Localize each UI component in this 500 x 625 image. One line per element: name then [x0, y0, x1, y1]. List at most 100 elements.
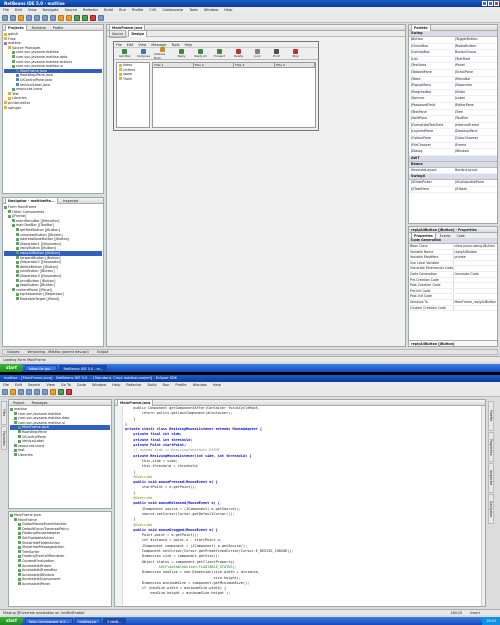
- palette-item[interactable]: JSplitPane: [409, 116, 453, 123]
- form-toolbar-button[interactable]: Junk: [249, 49, 266, 58]
- palette-item[interactable]: JToggleButton: [453, 37, 497, 44]
- maximize-button[interactable]: [488, 1, 493, 6]
- palette-item[interactable]: JMenuBar: [453, 77, 497, 84]
- form-toolbar-button[interactable]: Reply: [173, 49, 190, 58]
- property-value[interactable]: replyAllButton: [452, 249, 498, 255]
- table-column-header[interactable]: Title 2: [194, 63, 234, 67]
- property-value[interactable]: MainFrame_replyAllButton: [452, 299, 498, 305]
- property-value[interactable]: [452, 260, 498, 266]
- form-toolbar-button[interactable]: Reply All: [192, 49, 209, 58]
- minimize-button[interactable]: [482, 1, 487, 6]
- form-toolbar-button[interactable]: Address Book: [154, 47, 171, 60]
- table-column-header[interactable]: Title 3: [234, 63, 275, 67]
- run-icon[interactable]: [82, 14, 88, 21]
- start-button[interactable]: start: [0, 617, 23, 625]
- taskbar-button[interactable]: mattise.jar: [74, 618, 101, 624]
- palette-item[interactable]: JTextPane: [409, 110, 453, 117]
- undo-icon[interactable]: [50, 389, 56, 395]
- folder-item[interactable]: Trash: [117, 77, 149, 82]
- side-tab-favorites[interactable]: Favorites: [1, 426, 7, 450]
- taskbar-button[interactable]: Inbox for gui...: [24, 365, 58, 371]
- paste-icon[interactable]: [42, 389, 48, 395]
- close-button[interactable]: [494, 1, 499, 6]
- taskbar-button[interactable]: 3 NetB...: [102, 618, 126, 624]
- panel-tab[interactable]: Output: [95, 349, 111, 355]
- property-value[interactable]: class javax.swing.JButton: [452, 244, 498, 249]
- debug-icon[interactable]: [90, 14, 96, 21]
- editor-scrollbar[interactable]: [481, 406, 485, 606]
- code-area[interactable]: public Component getComponentAfter(Conta…: [123, 406, 481, 606]
- palette-item[interactable]: JDesktopPane: [453, 129, 497, 136]
- editor-tab[interactable]: MainFrame.java: [117, 400, 154, 406]
- palette-item[interactable]: JTable: [409, 77, 453, 84]
- build-icon[interactable]: [74, 14, 80, 21]
- property-value[interactable]: Generate Code: [452, 271, 498, 277]
- design-mode-button[interactable]: Design: [128, 30, 148, 37]
- palette-item[interactable]: BorderLayout: [453, 168, 497, 175]
- panel-tab[interactable]: Runtime: [30, 25, 48, 31]
- right-side-tab[interactable]: Properties: [488, 432, 494, 462]
- tree-item[interactable]: AccessibleJPanel: [10, 582, 110, 587]
- form-toolbar-button[interactable]: Compose: [135, 49, 152, 58]
- start-button[interactable]: start: [0, 364, 23, 372]
- form-menu-item[interactable]: Message: [151, 43, 166, 47]
- form-menu-item[interactable]: View: [138, 43, 146, 47]
- palette-item[interactable]: JPasswordField: [409, 103, 453, 110]
- palette-item[interactable]: JTabbedPane: [409, 70, 453, 77]
- paste-icon[interactable]: [50, 14, 56, 21]
- right-side-tab[interactable]: Inspector: [488, 463, 494, 493]
- palette-item[interactable]: JXCollapsiblePane: [453, 180, 497, 187]
- open-icon[interactable]: [18, 14, 24, 21]
- palette-item[interactable]: JProgressBar: [409, 90, 453, 97]
- taskbar-button[interactable]: NetBeans IDE 5.0 - m...: [59, 365, 108, 371]
- palette-item[interactable]: JTree: [453, 110, 497, 117]
- palette-item[interactable]: JLayeredPane: [409, 129, 453, 136]
- run-icon[interactable]: [58, 389, 64, 395]
- property-value[interactable]: [452, 277, 498, 283]
- tree-item[interactable]: Libraries: [10, 453, 110, 458]
- form-menu-item[interactable]: Tools: [171, 43, 179, 47]
- property-value[interactable]: [452, 294, 498, 299]
- source-mode-button[interactable]: Source: [109, 29, 127, 38]
- property-value[interactable]: [452, 283, 498, 288]
- palette-item[interactable]: JXTable: [453, 187, 497, 194]
- redo-icon[interactable]: [66, 14, 72, 21]
- panel-tab[interactable]: Navigator - mattiseMa...: [5, 198, 58, 204]
- palette-item[interactable]: JScrollPane: [453, 70, 497, 77]
- new-file-icon[interactable]: [10, 14, 16, 21]
- palette-item[interactable]: JColorChooser: [453, 136, 497, 143]
- palette-item[interactable]: JSlider: [453, 90, 497, 97]
- palette-item[interactable]: JFormattedTextField: [409, 123, 453, 130]
- palette-item[interactable]: JPopupMenu: [409, 83, 453, 90]
- panel-tab[interactable]: Projects: [5, 25, 27, 31]
- copy-icon[interactable]: [34, 389, 40, 395]
- property-row[interactable]: Custom Creation Code: [409, 305, 498, 312]
- save-icon[interactable]: [18, 389, 24, 395]
- panel-tab[interactable]: Profile: [51, 25, 66, 31]
- cut-icon[interactable]: [34, 14, 40, 21]
- new-file-icon[interactable]: [2, 389, 8, 395]
- palette-item[interactable]: JOptionPane: [409, 136, 453, 143]
- form-toolbar-button[interactable]: Forward: [211, 49, 228, 58]
- table-column-header[interactable]: Title 4: [275, 63, 315, 67]
- palette-item[interactable]: JSpinner: [409, 96, 453, 103]
- tree-item[interactable]: RootableTarget [JPanel]: [4, 297, 102, 302]
- palette-item[interactable]: JWindow: [453, 149, 497, 156]
- panel-tab[interactable]: Usages: [5, 349, 21, 355]
- right-side-tab[interactable]: Navigator: [488, 494, 494, 524]
- palette-item[interactable]: JSeparator: [453, 83, 497, 90]
- property-value[interactable]: [452, 305, 498, 311]
- profile-icon[interactable]: [98, 14, 104, 21]
- palette-item[interactable]: JLabel: [453, 96, 497, 103]
- save-icon[interactable]: [26, 14, 32, 21]
- palette-item[interactable]: JXDatePicker: [409, 180, 453, 187]
- open-icon[interactable]: [10, 389, 16, 395]
- copy-icon[interactable]: [42, 14, 48, 21]
- new-project-icon[interactable]: [2, 14, 8, 21]
- right-side-tab[interactable]: Palette: [488, 401, 494, 431]
- property-value[interactable]: [452, 288, 498, 294]
- cut-icon[interactable]: [26, 389, 32, 395]
- palette-item[interactable]: JComboBox: [409, 50, 453, 57]
- palette-item[interactable]: JCheckBox: [409, 44, 453, 51]
- palette-item[interactable]: JButton: [409, 37, 453, 44]
